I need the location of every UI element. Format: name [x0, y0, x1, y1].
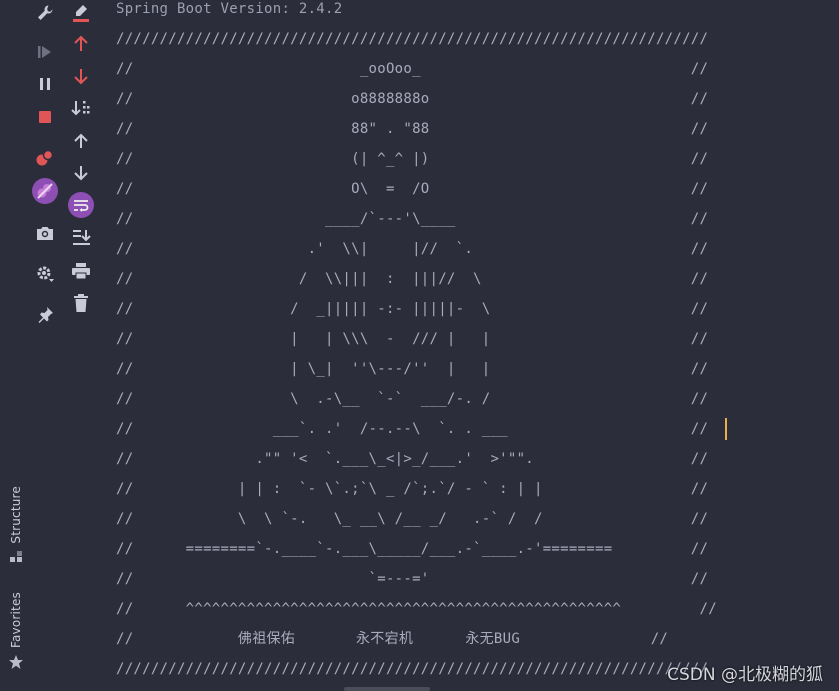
wrench-icon [38, 5, 53, 20]
resume-icon [38, 46, 51, 58]
console-line: // `=---=' // [116, 571, 709, 587]
previous-occurrence-button[interactable] [68, 31, 94, 57]
console-line: // | | \\\ - /// | | // [116, 331, 709, 347]
mute-breakpoints-icon [32, 178, 58, 204]
trash-icon [74, 294, 88, 312]
structure-tab-label: Structure [9, 486, 23, 544]
console-line: // | | : `- \`.;`\ _ /`;.`/ - ` : | | // [116, 481, 709, 497]
console-line: // ____/`---'\____ // [116, 211, 709, 227]
console-line-blessing: // 佛祖保佑 永不宕机 永无BUG // [116, 631, 669, 647]
scroll-down-button[interactable] [68, 160, 94, 186]
structure-tab[interactable]: Structure [0, 486, 32, 564]
pin-tab-button[interactable] [32, 302, 58, 328]
settings-button[interactable] [32, 261, 58, 287]
console-line: // (| ^_^ |) // [116, 151, 709, 167]
eraser-icon [73, 5, 89, 22]
watermark: CSDN @北极糊的狐 [667, 665, 823, 685]
gear-icon [37, 266, 54, 282]
settings-wrench-button[interactable] [32, 0, 58, 26]
stop-button[interactable] [32, 104, 58, 130]
console-line: // O\ = /O // [116, 181, 709, 197]
soft-wrap-toggle[interactable] [68, 192, 94, 218]
next-occurrence-button[interactable] [68, 63, 94, 89]
console-line: // / \\||| : |||// \ // [116, 271, 709, 287]
printer-icon [72, 263, 90, 280]
horizontal-scrollbar-thumb[interactable] [344, 687, 430, 691]
console-line: // | \_| ''\---/'' | | // [116, 361, 709, 377]
clear-all-button[interactable] [68, 290, 94, 316]
console-line: // ."" '< `.___\_<|>_/___.' >'"". // [116, 451, 709, 467]
console-line: // / _||||| -:- |||||- \ // [116, 301, 709, 317]
run-console-window: Structure Favorites Spring Boot Version:… [0, 0, 839, 691]
star-icon [9, 655, 23, 670]
console-line: // _ooOoo_ // [116, 61, 709, 77]
stop-icon [39, 111, 51, 123]
mute-breakpoints-button[interactable] [32, 178, 58, 204]
console-line: // 88" . "88 // [116, 121, 709, 137]
console-line: ////////////////////////////////////////… [116, 31, 709, 47]
sort-down-icon [71, 101, 90, 116]
screenshot-button[interactable] [32, 220, 58, 246]
pause-button[interactable] [32, 71, 58, 97]
breakpoints-icon [36, 149, 54, 166]
console-line: // ========`-.____`-.___\_____/___.-`___… [116, 541, 709, 557]
view-breakpoints-button[interactable] [32, 145, 58, 171]
tool-window-strip: Structure Favorites [0, 0, 32, 691]
rerun-button[interactable] [32, 39, 58, 65]
scroll-to-end-icon [73, 230, 91, 245]
arrow-down-icon [74, 166, 88, 181]
favorites-tab-label: Favorites [9, 592, 23, 649]
clear-highlight-button[interactable] [68, 0, 94, 26]
console-line: // \ \ `-. \_ __\ /__ _/ .-` / / // [116, 511, 709, 527]
arrow-up-icon [74, 133, 88, 148]
print-button[interactable] [68, 258, 94, 284]
arrow-down-red-icon [74, 69, 88, 85]
soft-wrap-icon [68, 192, 94, 218]
arrow-up-red-icon [74, 35, 88, 51]
console-line: // o8888888o // [116, 91, 709, 107]
console-output[interactable]: Spring Boot Version: 2.4.2 /////////////… [104, 0, 839, 691]
sort-button[interactable] [68, 95, 94, 121]
favorites-tab[interactable]: Favorites [0, 592, 32, 670]
console-line: // \ .-\__ `-` ___/-. / // [116, 391, 709, 407]
text-caret [725, 418, 727, 440]
scroll-up-button[interactable] [68, 128, 94, 154]
console-line-version: Spring Boot Version: 2.4.2 [116, 1, 343, 17]
scroll-to-end-button[interactable] [68, 224, 94, 250]
console-line: ////////////////////////////////////////… [116, 661, 709, 677]
console-line: // ^^^^^^^^^^^^^^^^^^^^^^^^^^^^^^^^^^^^^… [116, 601, 717, 617]
structure-icon [10, 550, 22, 562]
camera-icon [37, 227, 53, 240]
pause-icon [40, 78, 50, 90]
console-line: // .' \\| |// `. // [116, 241, 709, 257]
pin-icon [38, 307, 53, 323]
console-line: // ___`. .' /--.--\ `. . ___ // [116, 421, 709, 437]
